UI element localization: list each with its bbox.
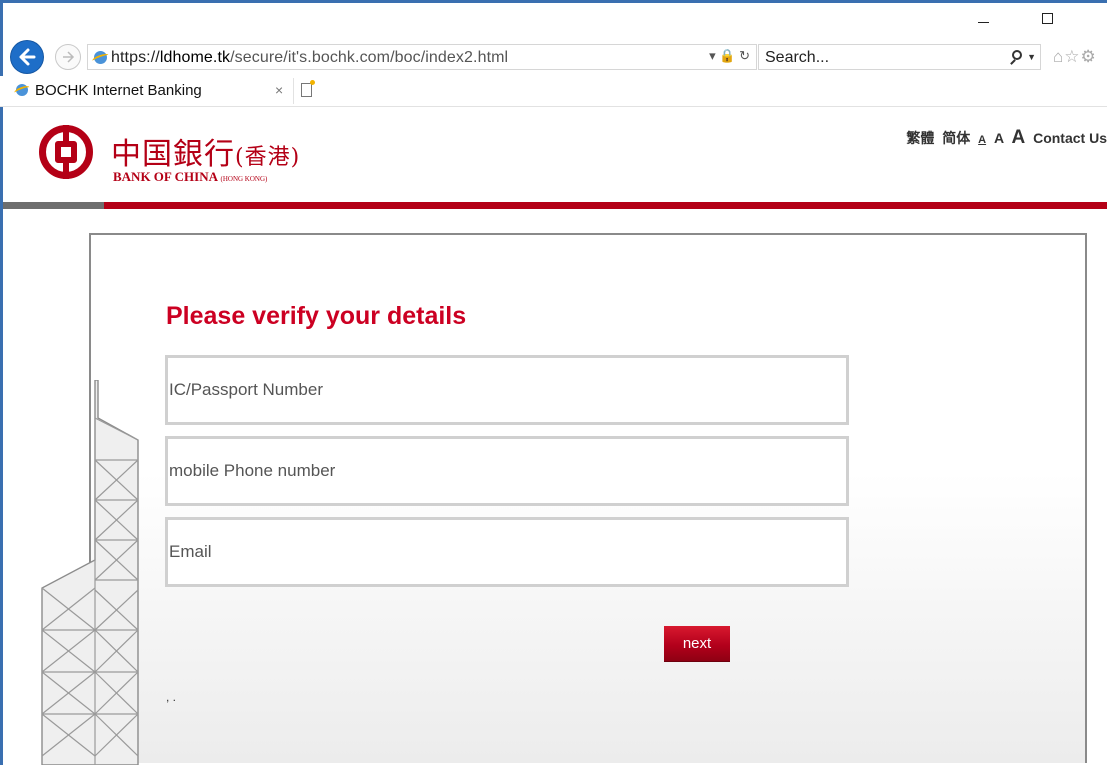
logo-cn-text: 中国銀行: [111, 137, 235, 172]
verify-heading: Please verify your details: [166, 302, 467, 330]
logo-en-text: BANK OF CHINA: [113, 169, 218, 184]
forward-button[interactable]: [55, 44, 81, 70]
search-bar[interactable]: Search... ▼: [758, 44, 1041, 70]
address-controls-icons[interactable]: ▾ 🔒 ↻: [709, 48, 750, 64]
logo-chinese-name: 中国銀行(香港): [111, 129, 300, 173]
mobile-phone-field[interactable]: [165, 436, 849, 506]
ic-passport-input[interactable]: [168, 358, 846, 422]
maximize-icon[interactable]: [1037, 8, 1057, 28]
mobile-phone-input[interactable]: [168, 439, 846, 503]
email-input[interactable]: [168, 520, 846, 584]
font-size-medium-link[interactable]: A: [994, 130, 1004, 146]
tab-bochk[interactable]: BOCHK Internet Banking ×: [3, 76, 293, 106]
logo-cn-hk: (香港): [235, 145, 301, 170]
font-size-small-link[interactable]: A: [978, 134, 986, 146]
header-rule-gray: [3, 202, 104, 209]
url-scheme: https://: [111, 49, 160, 66]
new-tab-button[interactable]: [293, 78, 322, 104]
font-size-large-link[interactable]: A: [1011, 127, 1025, 148]
forward-arrow-icon: [63, 51, 75, 63]
url-path: /secure/it's.bochk.com/boc/index2.html: [230, 49, 509, 66]
back-arrow-icon: [19, 48, 36, 66]
logo-en-hk: (HONG KONG): [220, 175, 268, 183]
home-favorites-settings-icons[interactable]: ⌂☆⚙: [1053, 47, 1097, 67]
search-icon[interactable]: [1012, 50, 1022, 60]
header-links: 繁體 简体 A A A Contact Us: [902, 127, 1107, 149]
minimize-icon[interactable]: [973, 8, 993, 28]
site-favicon-icon: [94, 51, 107, 64]
address-bar[interactable]: https://ldhome.tk/secure/it's.bochk.com/…: [87, 44, 757, 70]
address-toolbar: https://ldhome.tk/secure/it's.bochk.com/…: [0, 40, 1107, 76]
search-placeholder[interactable]: Search...: [765, 49, 829, 67]
contact-us-link[interactable]: Contact Us: [1033, 130, 1107, 146]
simplified-chinese-link[interactable]: 简体: [942, 130, 970, 146]
logo-english-name: BANK OF CHINA (HONG KONG): [113, 169, 267, 185]
traditional-chinese-link[interactable]: 繁體: [906, 130, 934, 146]
tab-favicon-icon: [16, 84, 28, 96]
ic-passport-field[interactable]: [165, 355, 849, 425]
tab-bar: BOCHK Internet Banking ×: [0, 76, 1107, 107]
back-button[interactable]: [11, 41, 43, 73]
tab-title: BOCHK Internet Banking: [35, 82, 202, 99]
email-field[interactable]: [165, 517, 849, 587]
footnote-text: , .: [166, 690, 177, 704]
bank-tower-illustration-icon: [41, 380, 139, 765]
header-rule-red: [104, 202, 1107, 209]
new-tab-icon: [301, 80, 315, 97]
next-button[interactable]: next: [664, 626, 730, 661]
title-bar: [0, 0, 1107, 40]
url-text[interactable]: https://ldhome.tk/secure/it's.bochk.com/…: [111, 49, 508, 67]
bank-of-china-logo-icon[interactable]: [39, 125, 93, 179]
close-tab-icon[interactable]: ×: [275, 82, 283, 98]
site-header: 中国銀行(香港) BANK OF CHINA (HONG KONG) 繁體 简体…: [3, 107, 1107, 207]
chevron-down-icon[interactable]: ▼: [1027, 52, 1036, 62]
url-host: ldhome.tk: [159, 49, 231, 66]
